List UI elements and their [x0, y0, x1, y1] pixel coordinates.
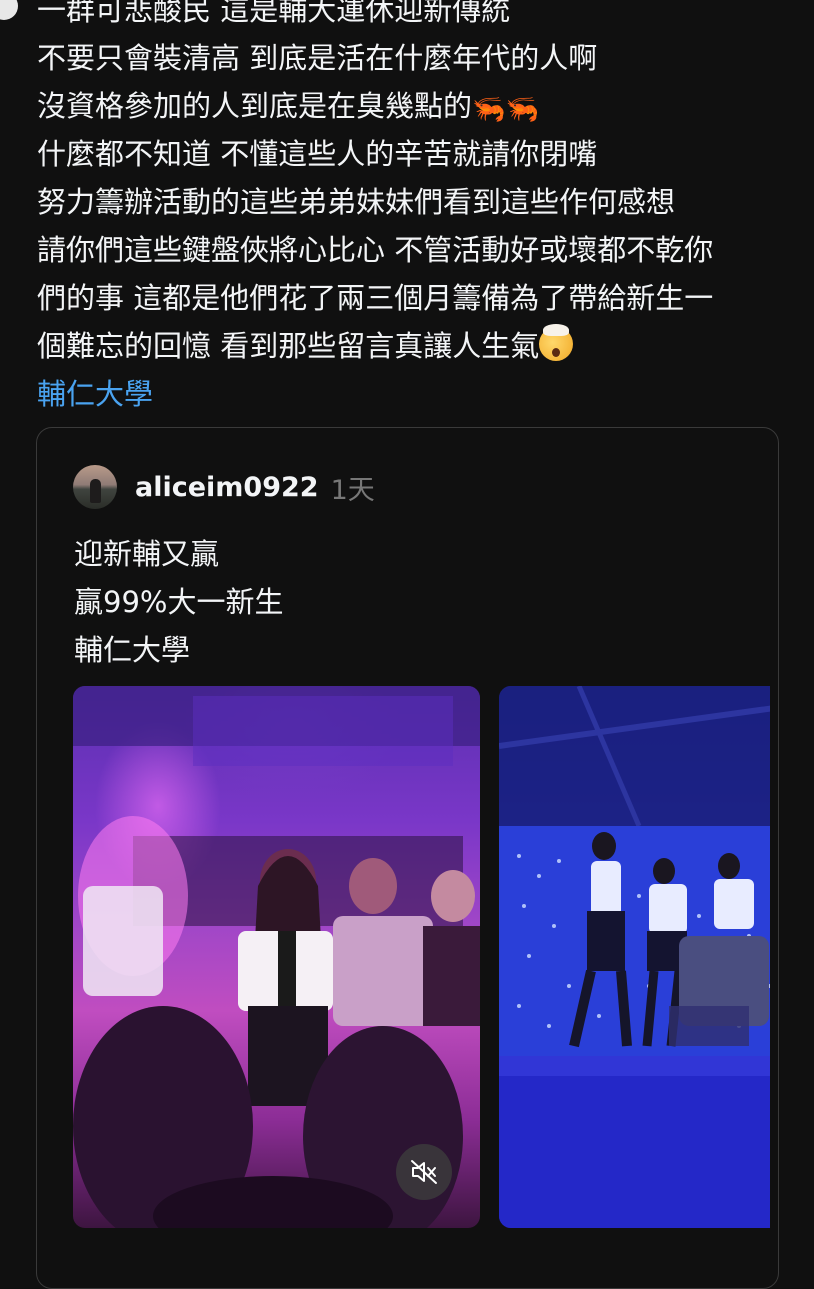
post-text-line: 們的事 這都是他們花了兩三個月籌備為了帶給新生一 [37, 281, 714, 315]
exploding-head-emoji-icon [539, 324, 574, 361]
post-text-line: 個難忘的回憶 看到那些留言真讓人生氣 [37, 322, 797, 370]
speaker-muted-icon [411, 1160, 437, 1184]
post-text-line: 努力籌辦活動的這些弟弟妹妹們看到這些作何感想 [37, 185, 676, 219]
username-link[interactable]: aliceim0922 [135, 472, 319, 503]
quoted-post-text: 迎新輔又贏 贏99%大一新生 輔仁大學 [74, 530, 283, 674]
post-text-line: 不要只會裝清高 到底是活在什麼年代的人啊 [37, 41, 598, 75]
post-text-segment: 個難忘的回憶 看到那些留言真讓人生氣 [37, 329, 540, 363]
video-thumbnail-party[interactable] [73, 686, 480, 1228]
quoted-topic-tag-link[interactable]: 輔仁大學 [74, 626, 283, 674]
mute-toggle-button[interactable] [396, 1144, 452, 1200]
stage-scene-illustration [499, 686, 770, 1228]
thread-line-indicator [0, 0, 18, 20]
quoted-text-line: 迎新輔又贏 [74, 537, 220, 571]
shrimp-emoji-icon: 🦐 [472, 94, 506, 125]
post-text-line: 一群可悲酸民 這是輔大運休迎新傳統 [37, 0, 511, 27]
video-thumbnail-stage[interactable] [499, 686, 770, 1228]
post-text-line: 請你們這些鍵盤俠將心比心 不管活動好或壞都不乾你 [37, 233, 714, 267]
post-text-segment: 沒資格參加的人到底是在臭幾點的 [37, 89, 473, 123]
post-text-line: 沒資格參加的人到底是在臭幾點的🦐🦐 [37, 82, 797, 130]
avatar[interactable] [73, 465, 117, 509]
media-carousel[interactable] [73, 686, 770, 1230]
quoted-text-line: 贏99%大一新生 [74, 585, 284, 619]
quoted-post-card[interactable]: aliceim0922 1天 迎新輔又贏 贏99%大一新生 輔仁大學 [36, 427, 779, 1289]
post-timestamp: 1天 [330, 474, 375, 506]
post-body: 一群可悲酸民 這是輔大運休迎新傳統 不要只會裝清高 到底是活在什麼年代的人啊 沒… [37, 0, 797, 418]
post-text-line: 什麼都不知道 不懂這些人的辛苦就請你閉嘴 [37, 137, 598, 171]
shrimp-emoji-icon: 🦐 [505, 94, 540, 125]
post-topic-tag-link[interactable]: 輔仁大學 [37, 370, 797, 418]
avatar-figure [90, 479, 101, 503]
quoted-post-header: aliceim0922 1天 [73, 464, 375, 510]
